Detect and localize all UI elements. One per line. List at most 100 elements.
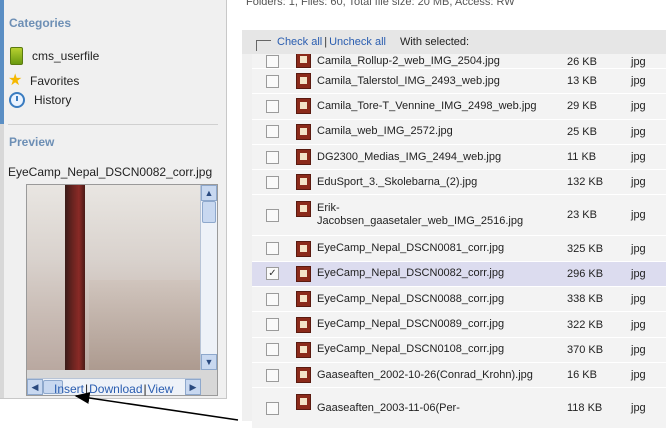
file-name[interactable]: EyeCamp_Nepal_DSCN0108_corr.jpg xyxy=(317,343,567,356)
file-type: jpg xyxy=(631,56,646,68)
image-file-icon xyxy=(296,394,311,411)
file-name[interactable]: EduSport_3._Skolebarna_(2).jpg xyxy=(317,176,567,189)
file-type: jpg xyxy=(631,369,646,382)
file-name[interactable]: Gaaseaften_2003-11-06(Per- xyxy=(317,402,567,415)
selection-toolbar: Check all | Uncheck all With selected: xyxy=(242,30,666,54)
insert-link[interactable]: Insert xyxy=(54,382,84,396)
category-label: History xyxy=(34,93,72,107)
file-type: jpg xyxy=(631,100,646,113)
star-icon: ★ xyxy=(8,72,23,89)
file-row[interactable]: EyeCamp_Nepal_DSCN0081_corr.jpg 325 KB jpg xyxy=(252,236,666,262)
file-size: 13 KB xyxy=(567,75,597,88)
file-checkbox[interactable] xyxy=(266,125,279,139)
select-arrow-icon xyxy=(256,39,271,51)
image-file-icon xyxy=(296,98,311,115)
file-size: 322 KB xyxy=(567,318,604,331)
file-size: 25 KB xyxy=(567,125,597,138)
file-type: jpg xyxy=(631,267,646,280)
file-name[interactable]: Camila_Tore-T_Vennine_IMG_2498_web.jpg xyxy=(317,100,567,113)
category-history[interactable]: History xyxy=(8,91,71,109)
file-row[interactable]: Gaaseaften_2003-11-06(Per- 118 KB jpg xyxy=(252,388,666,429)
file-checkbox[interactable] xyxy=(266,55,279,68)
image-file-icon xyxy=(296,367,311,384)
file-size: 370 KB xyxy=(567,343,604,356)
file-size: 118 KB xyxy=(567,402,603,415)
file-name[interactable]: Gaaseaften_2002-10-26(Conrad_Krohn).jpg xyxy=(317,369,567,382)
file-name[interactable]: Camila_web_IMG_2572.jpg xyxy=(317,125,567,138)
category-favorites[interactable]: ★ Favorites xyxy=(8,72,79,90)
file-size: 338 KB xyxy=(567,293,604,306)
file-row[interactable]: Camila_Talerstol_IMG_2493_web.jpg 13 KB jp… xyxy=(252,69,666,95)
file-checkbox[interactable] xyxy=(266,150,279,164)
file-row[interactable]: EyeCamp_Nepal_DSCN0089_corr.jpg 322 KB jpg xyxy=(252,312,666,338)
file-checkbox[interactable] xyxy=(266,74,279,88)
file-checkbox[interactable] xyxy=(266,318,279,332)
file-size: 11 KB xyxy=(567,151,597,164)
with-selected-label: With selected: xyxy=(399,36,470,48)
file-checkbox[interactable] xyxy=(266,343,279,357)
preview-vertical-scrollbar[interactable]: ▲ ▼ xyxy=(200,185,217,370)
view-link[interactable]: View xyxy=(148,382,174,396)
file-checkbox[interactable] xyxy=(266,242,279,256)
file-type: jpg xyxy=(631,176,646,189)
image-file-icon xyxy=(296,149,311,166)
preview-image-frame[interactable]: ▲ ▼ ◀ ▶ xyxy=(26,184,218,396)
file-checkbox[interactable]: ✓ xyxy=(266,267,279,281)
file-checkbox[interactable] xyxy=(266,175,279,189)
file-name[interactable]: EyeCamp_Nepal_DSCN0082_corr.jpg xyxy=(317,267,567,280)
preview-title: Preview xyxy=(9,135,55,149)
file-row[interactable]: EyeCamp_Nepal_DSCN0108_corr.jpg 370 KB jpg xyxy=(252,337,666,363)
file-name[interactable]: EyeCamp_Nepal_DSCN0088_corr.jpg xyxy=(317,293,567,306)
file-row[interactable]: Camila_Rollup-2_web_IMG_2504.jpg 26 KB jpg xyxy=(252,54,666,69)
scroll-thumb[interactable] xyxy=(202,201,216,223)
scroll-up-icon[interactable]: ▲ xyxy=(201,185,217,201)
image-file-icon xyxy=(296,123,311,140)
file-name[interactable]: EyeCamp_Nepal_DSCN0081_corr.jpg xyxy=(317,242,567,255)
file-name[interactable]: Camila_Talerstol_IMG_2493_web.jpg xyxy=(317,75,567,88)
folder-info: Folders: 1, Files: 60, Total file size: … xyxy=(246,0,515,8)
image-file-icon xyxy=(296,73,311,90)
file-checkbox[interactable] xyxy=(266,401,279,415)
file-name[interactable]: Camila_Rollup-2_web_IMG_2504.jpg xyxy=(317,55,567,68)
file-row[interactable]: ✓ EyeCamp_Nepal_DSCN0082_corr.jpg 296 KB jp… xyxy=(252,261,666,288)
file-size: 29 KB xyxy=(567,100,597,113)
file-name[interactable]: DG2300_Medias_IMG_2494_web.jpg xyxy=(317,151,567,164)
check-all-link[interactable]: Check all xyxy=(277,36,322,48)
file-row[interactable]: Erik- Jacobsen_gaasetaler_web_IMG_2516.j… xyxy=(252,195,666,237)
file-row[interactable]: DG2300_Medias_IMG_2494_web.jpg 11 KB jpg xyxy=(252,144,666,171)
file-checkbox[interactable] xyxy=(266,99,279,113)
file-size: 16 KB xyxy=(567,369,597,382)
file-row[interactable]: Camila_Tore-T_Vennine_IMG_2498_web.jpg 29… xyxy=(252,94,666,120)
file-name[interactable]: EyeCamp_Nepal_DSCN0089_corr.jpg xyxy=(317,318,567,331)
scroll-left-icon[interactable]: ◀ xyxy=(27,379,43,395)
file-row[interactable]: EyeCamp_Nepal_DSCN0088_corr.jpg 338 KB jpg xyxy=(252,287,666,313)
file-size: 296 KB xyxy=(567,267,604,280)
file-type: jpg xyxy=(631,242,646,255)
category-cms-userfile[interactable]: cms_userfile xyxy=(8,47,99,65)
preview-actions: Insert|Download|View xyxy=(54,382,173,396)
file-type: jpg xyxy=(631,75,646,88)
separator: | xyxy=(324,36,328,48)
image-file-icon xyxy=(296,54,311,68)
file-size: 26 KB xyxy=(567,56,597,68)
file-checkbox[interactable] xyxy=(266,292,279,306)
database-icon xyxy=(10,47,23,65)
uncheck-all-link[interactable]: Uncheck all xyxy=(329,36,386,48)
file-checkbox[interactable] xyxy=(266,208,279,222)
scroll-down-icon[interactable]: ▼ xyxy=(201,354,217,370)
file-type: jpg xyxy=(631,293,646,306)
file-name[interactable]: Erik- Jacobsen_gaasetaler_web_IMG_2516.j… xyxy=(317,202,567,228)
image-file-icon xyxy=(296,265,311,282)
categories-title: Categories xyxy=(9,16,72,30)
file-type: jpg xyxy=(631,209,646,222)
sidebar-divider xyxy=(8,124,218,125)
file-type: jpg xyxy=(631,125,646,138)
scroll-right-icon[interactable]: ▶ xyxy=(185,379,201,395)
file-row[interactable]: EduSport_3._Skolebarna_(2).jpg 132 KB jpg xyxy=(252,170,666,196)
download-link[interactable]: Download xyxy=(89,382,142,396)
file-checkbox[interactable] xyxy=(266,368,279,382)
file-list-panel: Check all | Uncheck all With selected: C… xyxy=(242,30,666,429)
sidebar-accent-bar xyxy=(0,0,4,124)
file-row[interactable]: Camila_web_IMG_2572.jpg 25 KB jpg xyxy=(252,119,666,145)
file-row[interactable]: Gaaseaften_2002-10-26(Conrad_Krohn).jpg 1… xyxy=(252,362,666,389)
